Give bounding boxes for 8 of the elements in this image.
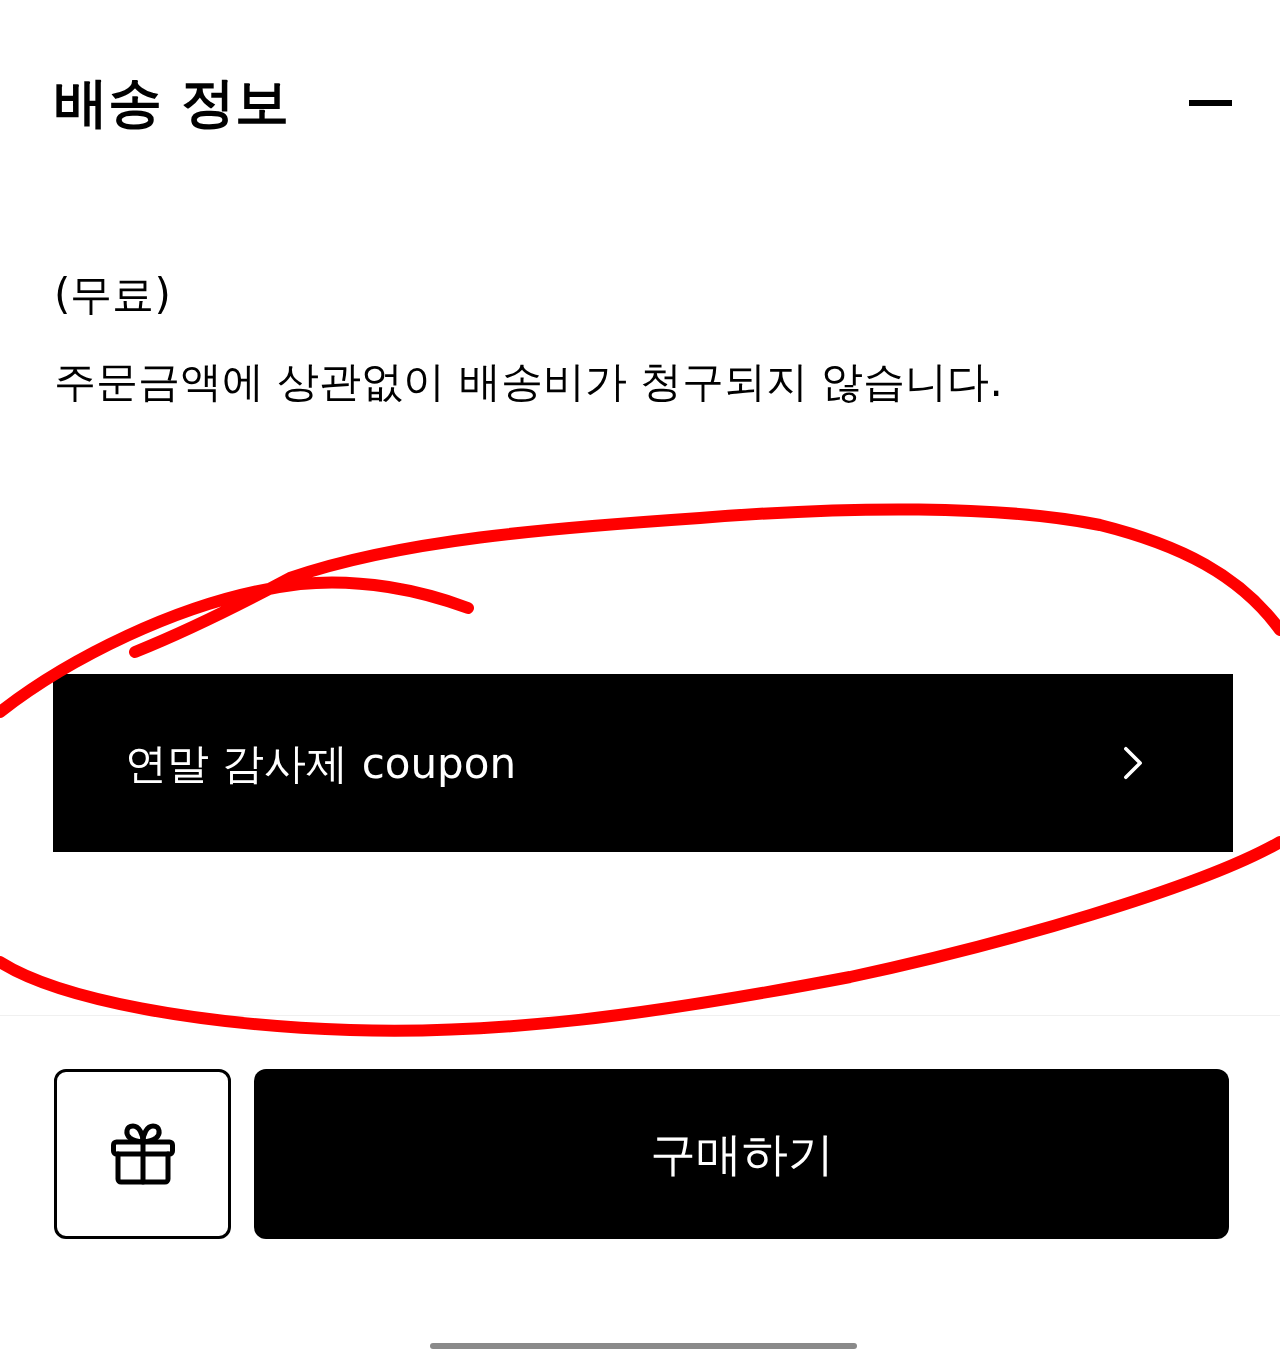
shipping-description: 주문금액에 상관없이 배송비가 청구되지 않습니다.: [54, 356, 1004, 408]
chevron-right-icon: [1123, 746, 1143, 780]
shipping-fee-label: (무료): [54, 269, 172, 321]
coupon-banner[interactable]: 연말 감사제 coupon: [53, 674, 1233, 852]
section-title: 배송 정보: [54, 70, 289, 136]
gift-button[interactable]: [54, 1069, 231, 1239]
gift-icon: [110, 1123, 175, 1185]
buy-button[interactable]: 구매하기: [254, 1069, 1229, 1239]
